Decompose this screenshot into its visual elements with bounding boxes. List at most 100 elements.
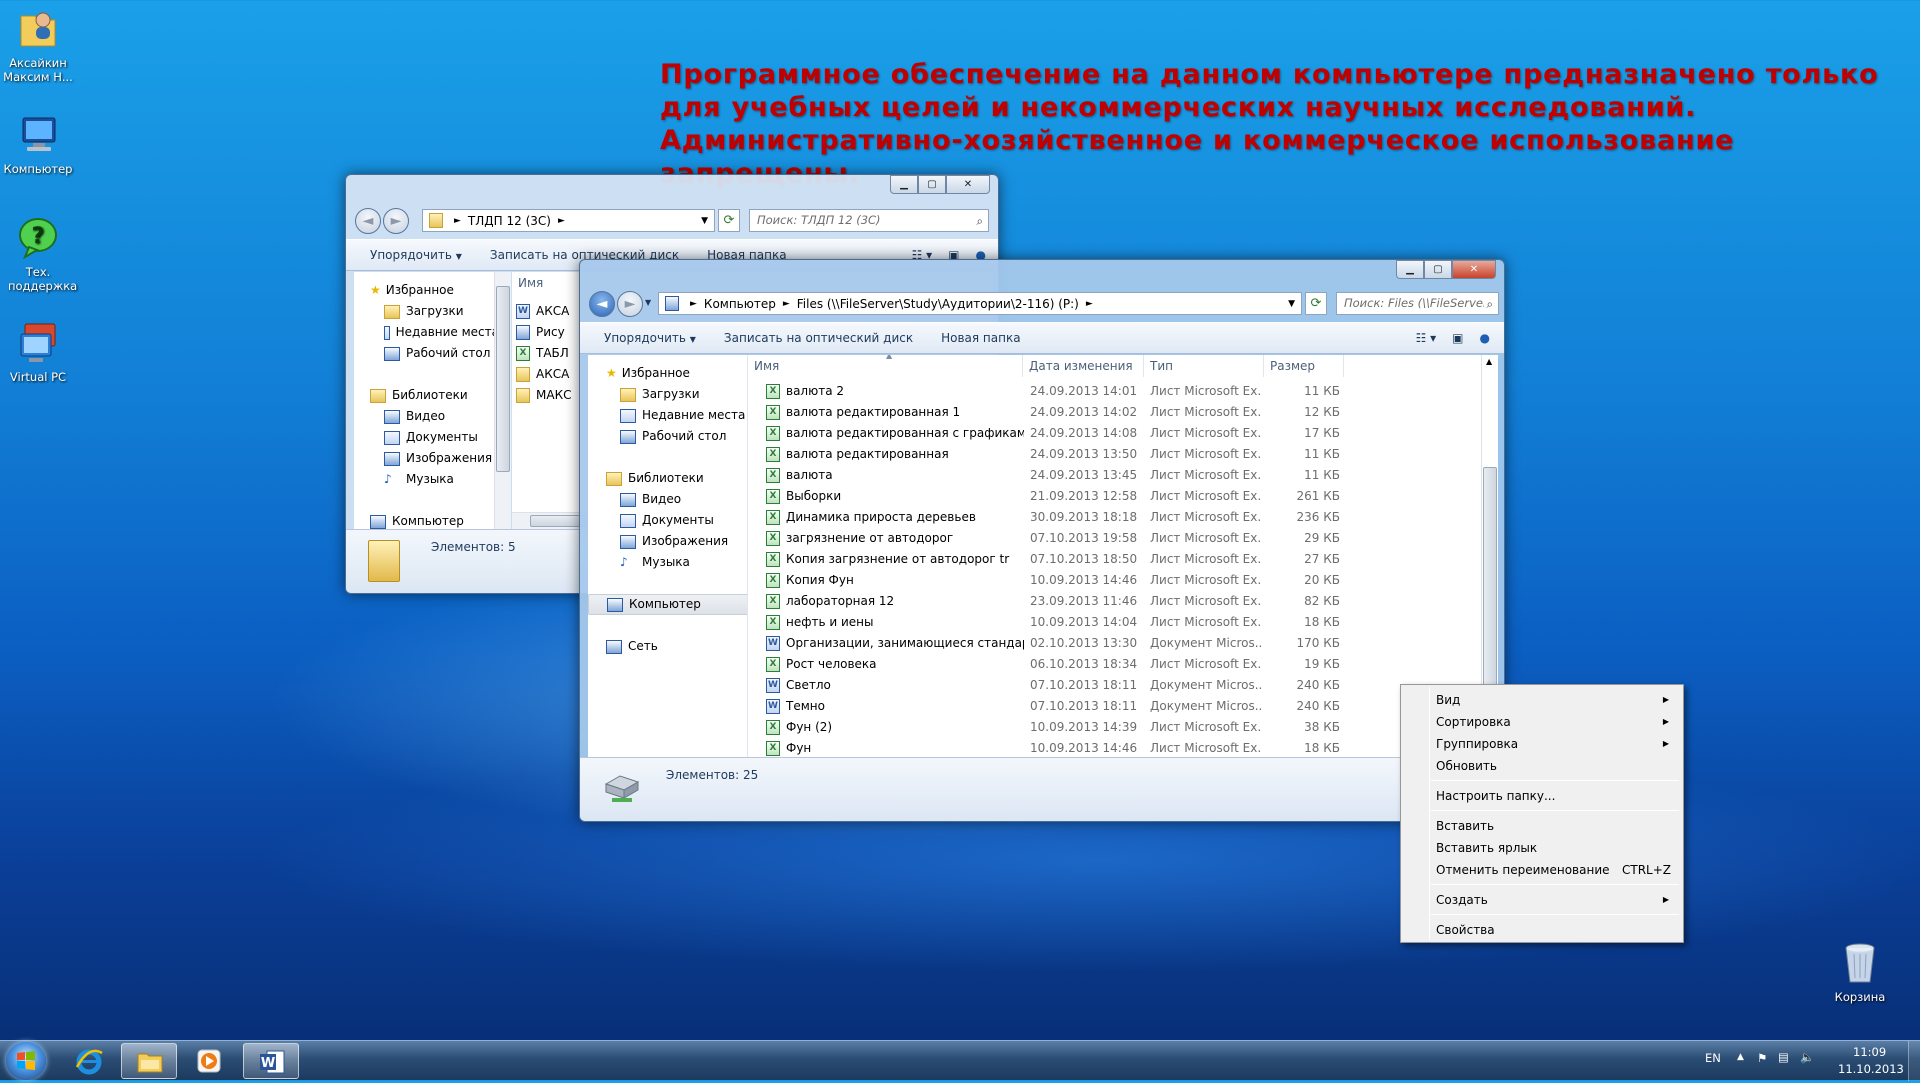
table-row[interactable]: Xвалюта редактированная 24.09.2013 13:50 Л… <box>748 444 1481 465</box>
list-item[interactable]: X ТАБЛ <box>512 343 569 364</box>
new-folder-button[interactable]: Новая папка <box>927 331 1034 345</box>
list-item[interactable]: W АКСА <box>512 301 569 322</box>
nav-video[interactable]: Видео <box>588 489 753 510</box>
menu-item-properties[interactable]: Свойства <box>1403 919 1681 941</box>
address-dropdown-icon[interactable]: ▼ <box>1288 299 1295 309</box>
search-input[interactable]: Поиск: Files (\\FileServer\Study\Ауди...… <box>1336 292 1499 315</box>
breadcrumb-computer[interactable]: Компьютер <box>704 297 776 311</box>
taskbar-windows-explorer[interactable] <box>121 1043 177 1079</box>
recent-pages-dropdown-icon[interactable]: ▼ <box>645 298 651 307</box>
nav-favorites[interactable]: ★ Избранное <box>588 363 753 384</box>
menu-item-refresh[interactable]: Обновить <box>1403 755 1681 777</box>
preview-pane-icon[interactable]: ▣ <box>1444 331 1471 345</box>
menu-item-undo-rename[interactable]: Отменить переименование CTRL+Z <box>1403 859 1681 881</box>
breadcrumb-item[interactable]: ТЛДП 12 (3С) <box>468 214 551 228</box>
table-row[interactable]: X Рост человека 06.10.2013 18:34 Лист Micro… <box>748 654 1481 675</box>
column-header-size[interactable]: Размер <box>1264 355 1344 377</box>
organize-button[interactable]: Упорядочить ▼ <box>346 248 476 262</box>
taskbar-internet-explorer[interactable] <box>61 1043 117 1079</box>
taskbar-media-player[interactable] <box>181 1043 237 1079</box>
forward-button[interactable]: ► <box>383 208 409 234</box>
nav-computer[interactable]: Компьютер <box>588 594 749 615</box>
desktop-icon-virtual-pc[interactable]: Virtual PC <box>0 320 76 384</box>
table-row[interactable]: Xнефть и иены 10.09.2013 14:04 Лист Micros… <box>748 612 1481 633</box>
nav-network[interactable]: Сеть <box>588 636 753 657</box>
close-button[interactable]: ✕ <box>946 175 990 194</box>
address-dropdown-icon[interactable]: ▼ <box>701 216 708 226</box>
nav-video[interactable]: Видео <box>354 406 499 427</box>
scroll-up-arrow-icon[interactable]: ▲ <box>1486 357 1492 366</box>
address-bar[interactable]: ► ТЛДП 12 (3С) ► ▼ <box>422 209 715 232</box>
nav-documents[interactable]: Документы <box>354 427 499 448</box>
clock-time[interactable]: 11:09 <box>1853 1045 1886 1059</box>
table-row[interactable]: X Копия Фун 10.09.2013 14:46 Лист Microsoft… <box>748 570 1481 591</box>
table-row[interactable]: W Темно 07.10.2013 18:11 Документ Micros...… <box>748 696 1481 717</box>
nav-pictures[interactable]: Изображения <box>588 531 753 552</box>
maximize-button[interactable]: ▢ <box>918 175 946 194</box>
help-icon[interactable]: ● <box>1472 331 1504 345</box>
view-options-icon[interactable]: ☷ ▾ <box>1408 331 1445 345</box>
scrollbar-thumb[interactable] <box>496 286 510 472</box>
language-indicator[interactable]: EN <box>1705 1051 1721 1065</box>
nav-pictures[interactable]: Изображения <box>354 448 499 469</box>
back-button[interactable]: ◄ <box>589 291 615 317</box>
table-row[interactable]: Xлабораторная 12 23.09.2013 11:46 Лист Mic… <box>748 591 1481 612</box>
nav-desktop[interactable]: Рабочий стол <box>588 426 753 447</box>
show-desktop-button[interactable] <box>1908 1041 1920 1081</box>
table-row[interactable]: Xзагрязнение от автодорог 07.10.2013 19:5… <box>748 528 1481 549</box>
forward-button[interactable]: ► <box>617 291 643 317</box>
table-row[interactable]: Xвалюта редактированная 1 24.09.2013 14:0… <box>748 402 1481 423</box>
menu-item-view[interactable]: Вид ▶ <box>1403 689 1681 711</box>
table-row[interactable]: X Фун (2) 10.09.2013 14:39 Лист Microsoft E… <box>748 717 1481 738</box>
start-button[interactable] <box>6 1042 46 1080</box>
table-row[interactable]: X Фун 10.09.2013 14:46 Лист Microsoft Ex...… <box>748 738 1481 757</box>
burn-disc-button[interactable]: Записать на оптический диск <box>710 331 927 345</box>
list-item[interactable]: МАКС <box>512 385 571 406</box>
nav-music[interactable]: ♪ Музыка <box>354 469 499 490</box>
nav-favorites[interactable]: ★ Избранное <box>354 280 499 301</box>
search-input[interactable]: Поиск: ТЛДП 12 (3С) ⌕ <box>749 209 989 232</box>
column-header-date[interactable]: Дата изменения <box>1023 355 1144 377</box>
refresh-button[interactable]: ⟳ <box>1305 292 1327 315</box>
nav-music[interactable]: ♪ Музыка <box>588 552 753 573</box>
volume-muted-icon[interactable]: 🔈 <box>1800 1050 1814 1064</box>
table-row[interactable]: W Светло 07.10.2013 18:11 Документ Micros..… <box>748 675 1481 696</box>
nav-desktop[interactable]: Рабочий стол <box>354 343 499 364</box>
nav-downloads[interactable]: Загрузки <box>354 301 499 322</box>
table-row[interactable]: Xвалюта 24.09.2013 13:45 Лист Microsoft Ex… <box>748 465 1481 486</box>
show-hidden-icons-icon[interactable]: ▲ <box>1737 1052 1744 1062</box>
action-center-flag-icon[interactable]: ⚑ <box>1757 1051 1767 1065</box>
menu-item-group[interactable]: Группировка ▶ <box>1403 733 1681 755</box>
maximize-button[interactable]: ▢ <box>1424 260 1452 279</box>
minimize-button[interactable]: ▁ <box>890 175 918 194</box>
column-header-type[interactable]: Тип <box>1144 355 1264 377</box>
explorer-window-files[interactable]: ▁ ▢ ✕ ◄ ► ▼ ► Компьютер ► Files (\\FileS… <box>579 259 1505 822</box>
breadcrumb-files-drive[interactable]: Files (\\FileServer\Study\Аудитории\2-11… <box>797 297 1079 311</box>
address-bar[interactable]: ► Компьютер ► Files (\\FileServer\Study\… <box>658 292 1302 315</box>
nav-recent-places[interactable]: Недавние места <box>588 405 753 426</box>
table-row[interactable]: X Динамика прироста деревьев 30.09.2013 18… <box>748 507 1481 528</box>
refresh-button[interactable]: ⟳ <box>718 209 740 232</box>
table-row[interactable]: Xвалюта редактированная с графиками 24.09… <box>748 423 1481 444</box>
menu-item-sort[interactable]: Сортировка ▶ <box>1403 711 1681 733</box>
back-button[interactable]: ◄ <box>355 208 381 234</box>
nav-computer[interactable]: Компьютер <box>354 511 499 529</box>
clock-date[interactable]: 11.10.2013 <box>1838 1062 1904 1076</box>
nav-libraries[interactable]: Библиотеки <box>354 385 499 406</box>
taskbar-microsoft-word[interactable]: W <box>243 1043 299 1079</box>
desktop-icon-computer[interactable]: Компьютер <box>0 112 76 176</box>
nav-downloads[interactable]: Загрузки <box>588 384 753 405</box>
menu-item-paste[interactable]: Вставить <box>1403 815 1681 837</box>
table-row[interactable]: W Организации, занимающиеся стандарт... 02… <box>748 633 1481 654</box>
organize-button[interactable]: Упорядочить ▼ <box>580 331 710 345</box>
nav-libraries[interactable]: Библиотеки <box>588 468 753 489</box>
menu-item-paste-shortcut[interactable]: Вставить ярлык <box>1403 837 1681 859</box>
desktop-icon-user-folder[interactable]: Аксайкин Максим Н... <box>0 6 76 84</box>
menu-item-customize-folder[interactable]: Настроить папку... <box>1403 785 1681 807</box>
table-row[interactable]: X Выборки 21.09.2013 12:58 Лист Microsoft E… <box>748 486 1481 507</box>
list-item[interactable]: АКСА <box>512 364 569 385</box>
desktop-icon-tech-support[interactable]: ? Тех. поддержка <box>0 215 77 293</box>
table-row[interactable]: Xвалюта 2 24.09.2013 14:01 Лист Microsoft … <box>748 381 1481 402</box>
nav-scrollbar[interactable] <box>494 272 511 529</box>
close-button[interactable]: ✕ <box>1452 260 1496 279</box>
